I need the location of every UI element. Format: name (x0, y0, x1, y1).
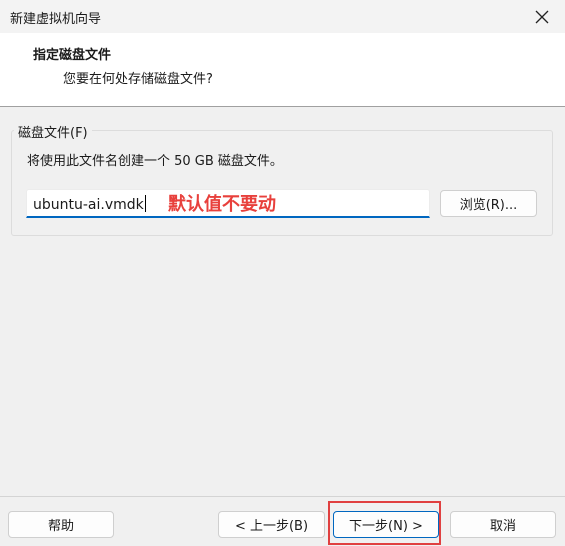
page-subtitle: 您要在何处存储磁盘文件? (63, 72, 213, 87)
disk-file-group-legend: 磁盘文件(F) (14, 122, 92, 141)
page-title: 指定磁盘文件 (33, 48, 112, 63)
browse-button[interactable]: 浏览(R)... (440, 190, 537, 217)
header-divider (0, 106, 565, 107)
help-button[interactable]: 帮助 (8, 511, 114, 538)
disk-file-group (11, 130, 553, 236)
next-button-highlight (328, 501, 441, 545)
wizard-header: 指定磁盘文件 您要在何处存储磁盘文件? (0, 33, 565, 106)
footer-divider (0, 496, 565, 497)
disk-file-description: 将使用此文件名创建一个 50 GB 磁盘文件。 (27, 154, 283, 169)
close-icon (535, 10, 549, 23)
close-button[interactable] (519, 0, 565, 33)
annotation-note: 默认值不要动 (168, 194, 276, 215)
disk-file-name-value: ubuntu-ai.vmdk (33, 195, 146, 213)
title-bar: 新建虚拟机向导 (0, 0, 565, 33)
window-title: 新建虚拟机向导 (10, 12, 102, 27)
cancel-button[interactable]: 取消 (450, 511, 556, 538)
back-button[interactable]: < 上一步(B) (218, 511, 325, 538)
